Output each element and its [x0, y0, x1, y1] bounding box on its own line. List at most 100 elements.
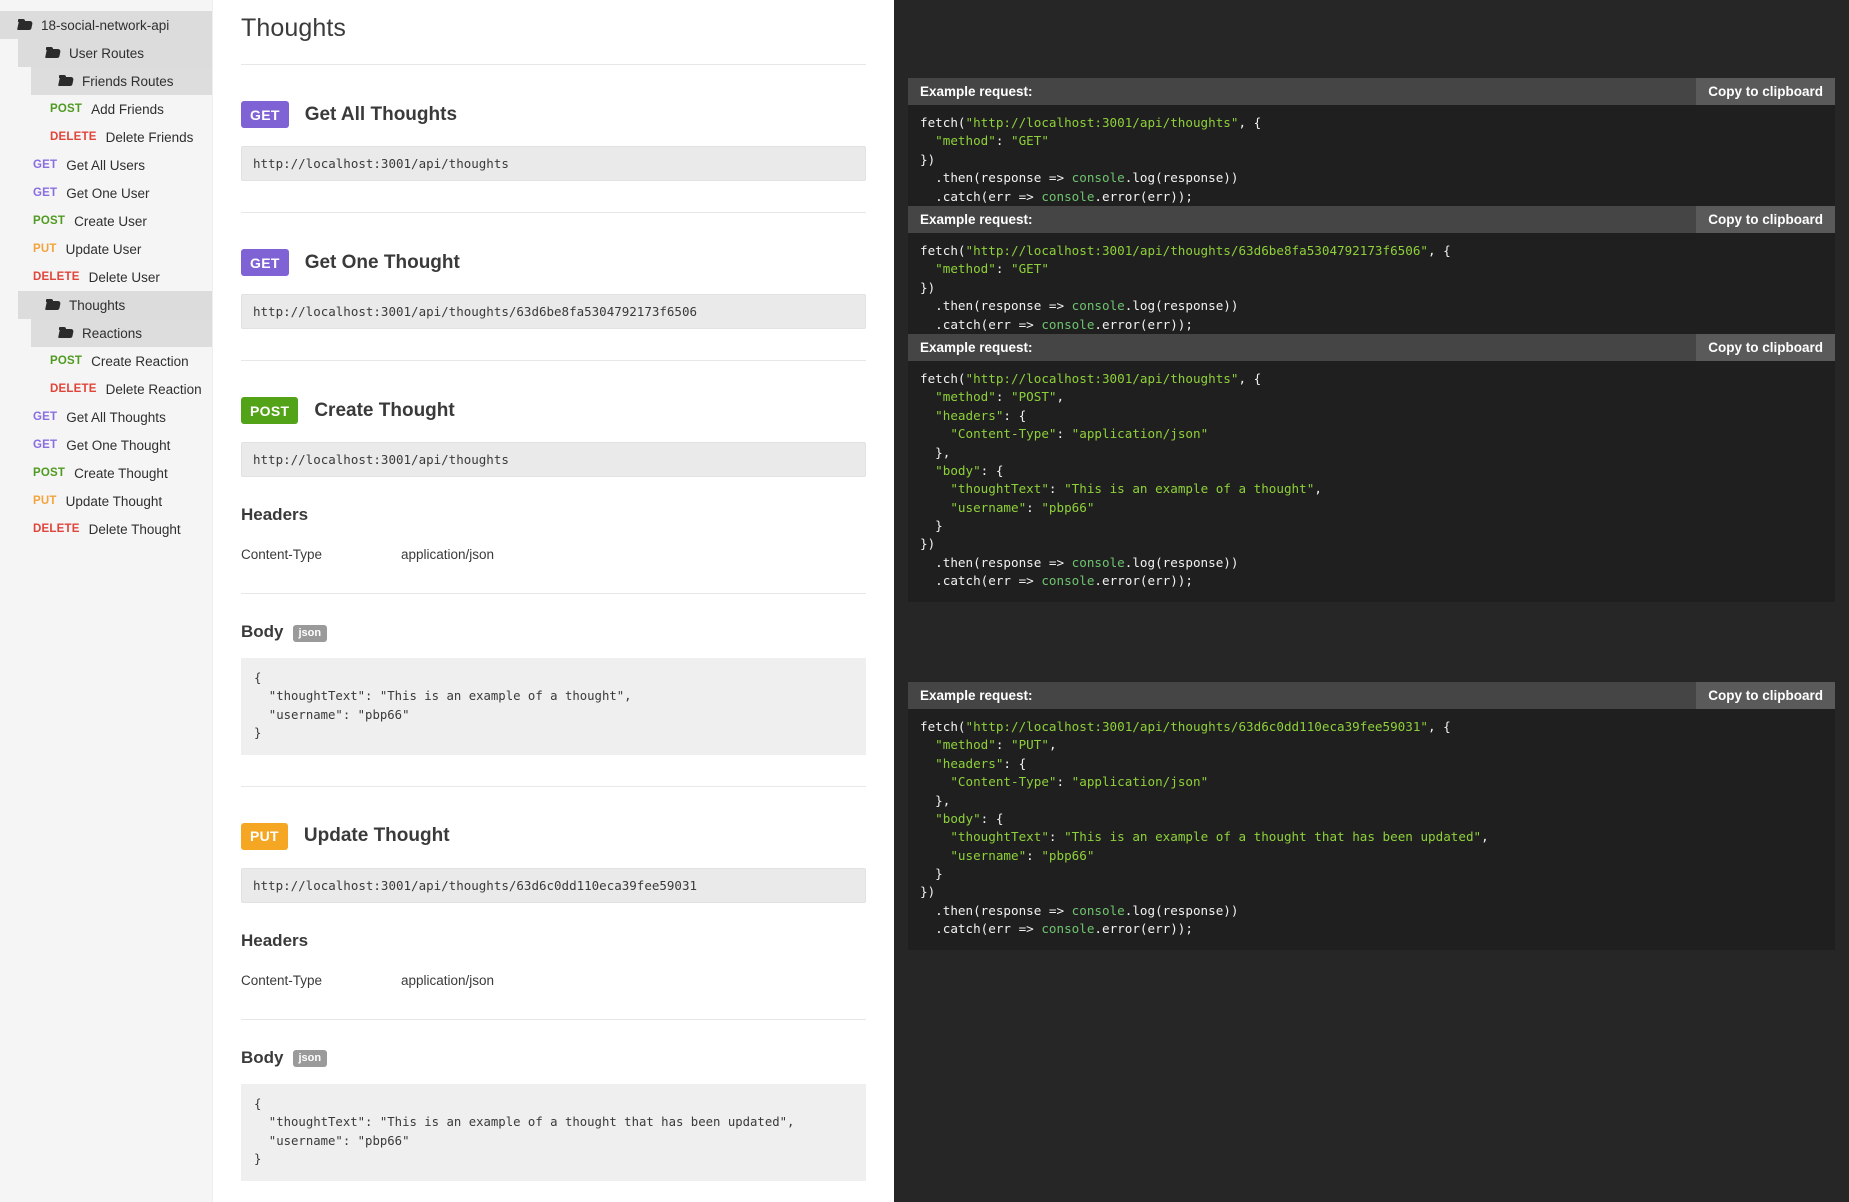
sidebar-folder-label: Thoughts [69, 297, 126, 313]
endpoint-url[interactable]: http://localhost:3001/api/thoughts/63d6c… [241, 867, 866, 903]
method-badge-get: GET [241, 101, 289, 128]
sidebar-item-delete-thought[interactable]: DELETE Delete Thought [0, 515, 212, 543]
endpoint-header: GET Get All Thoughts [241, 101, 866, 128]
sidebar-item-label: Get All Thoughts [66, 409, 166, 425]
endpoint-list: GET Get All Thoughts http://localhost:3001… [241, 65, 866, 1202]
sidebar-method-badge: GET [33, 187, 58, 199]
headers-heading: Headers [241, 505, 309, 524]
sidebar-item-label: Get One Thought [66, 437, 171, 453]
sidebar-item-label: Create Reaction [91, 353, 189, 369]
sidebar-item-label: Create Thought [74, 465, 168, 481]
header-value: application/json [401, 547, 495, 562]
header-key: Content-Type [241, 972, 323, 988]
example-request-panel: Example request: Copy to clipboard fetch("… [894, 0, 1849, 1202]
page-title: Thoughts [241, 14, 347, 42]
example-code-block: fetch("http://localhost:3001/api/thought… [908, 233, 1835, 345]
endpoint-header: PUT Update Thought [241, 822, 866, 850]
example-request-label: Example request: [920, 84, 1033, 99]
method-badge-put: PUT [241, 822, 288, 850]
endpoint-url[interactable]: http://localhost:3001/api/thoughts/63d6b… [241, 294, 866, 329]
body-code-block: { "thoughtText": "This is an example of … [241, 658, 866, 755]
example-code-block: fetch("http://localhost:3001/api/thought… [908, 361, 1835, 602]
method-badge-post: POST [241, 397, 299, 424]
sidebar-method-badge: POST [33, 467, 66, 479]
sidebar-item-create-reaction[interactable]: POST Create Reaction [0, 347, 212, 375]
endpoint-url[interactable]: http://localhost:3001/api/thoughts [241, 146, 866, 181]
main-content: Thoughts GET Get All Thoughts http://local… [213, 0, 894, 1202]
body-code-block: { "thoughtText": "This is an example of … [241, 1083, 866, 1181]
example-request-block: Example request: Copy to clipboard fetch("… [908, 334, 1835, 602]
json-tag: json [292, 624, 328, 642]
folder-icon [46, 47, 61, 59]
json-tag: json [292, 1050, 328, 1068]
sidebar-folder-thoughts[interactable]: Thoughts [18, 291, 212, 319]
sidebar-folder-reactions[interactable]: Reactions [31, 319, 212, 347]
sidebar-item-update-thought[interactable]: PUT Update Thought [0, 487, 212, 515]
sidebar-folder-18-social-network-api[interactable]: 18-social-network-api [0, 11, 212, 39]
example-code-block: fetch("http://localhost:3001/api/thought… [908, 105, 1835, 217]
sidebar-method-badge: POST [50, 355, 83, 367]
folder-icon [59, 327, 74, 339]
body-label: Body [241, 622, 284, 641]
sidebar-item-add-friends[interactable]: POST Add Friends [0, 95, 212, 123]
copy-to-clipboard-button[interactable]: Copy to clipboard [1696, 206, 1835, 233]
example-request-block: Example request: Copy to clipboard fetch("… [908, 206, 1835, 345]
sidebar-item-create-thought[interactable]: POST Create Thought [0, 459, 212, 487]
sidebar-item-label: Add Friends [91, 101, 164, 117]
sidebar-item-create-user[interactable]: POST Create User [0, 207, 212, 235]
headers-divider [241, 593, 866, 594]
sidebar-folder-label: Friends Routes [82, 73, 174, 89]
endpoint-title: Create Thought [314, 399, 455, 421]
sidebar-folder-label: 18-social-network-api [41, 17, 170, 33]
sidebar-method-badge: PUT [33, 243, 57, 255]
endpoint-create-thought: POST Create Thought http://localhost:3001/… [241, 361, 866, 787]
example-request-bar: Example request: Copy to clipboard [908, 206, 1835, 233]
sidebar-item-label: Delete Thought [88, 521, 181, 537]
api-docs-app: 18-social-network-api User Routes Friends … [0, 0, 1849, 1202]
sidebar-item-delete-reaction[interactable]: DELETE Delete Reaction [0, 375, 212, 403]
endpoint-title: Update Thought [303, 825, 450, 847]
endpoint-update-thought: PUT Update Thought http://localhost:3001/a… [241, 787, 866, 1202]
endpoint-header: POST Create Thought [241, 397, 866, 424]
folder-icon [59, 75, 74, 87]
endpoint-get-all-thoughts: GET Get All Thoughts http://localhost:3001… [241, 65, 866, 213]
sidebar-method-badge: GET [33, 411, 58, 423]
endpoint-url[interactable]: http://localhost:3001/api/thoughts [241, 442, 866, 477]
endpoint-title: Get One Thought [304, 251, 460, 273]
copy-to-clipboard-button[interactable]: Copy to clipboard [1696, 78, 1835, 105]
example-request-label: Example request: [920, 212, 1033, 227]
header-value: application/json [401, 972, 495, 988]
body-heading: Body json [241, 622, 866, 642]
sidebar-item-get-all-users[interactable]: GET Get All Users [0, 151, 212, 179]
sidebar-method-badge: DELETE [33, 271, 80, 283]
sidebar-item-get-one-thought[interactable]: GET Get One Thought [0, 431, 212, 459]
sidebar-item-delete-friends[interactable]: DELETE Delete Friends [0, 123, 212, 151]
sidebar-item-update-user[interactable]: PUT Update User [0, 235, 212, 263]
sidebar-item-label: Create User [74, 213, 147, 229]
sidebar-item-get-all-thoughts[interactable]: GET Get All Thoughts [0, 403, 212, 431]
sidebar-item-label: Update User [65, 241, 142, 257]
example-request-block: Example request: Copy to clipboard fetch("… [908, 78, 1835, 217]
sidebar-method-badge: DELETE [50, 383, 97, 395]
endpoint-title: Get All Thoughts [304, 103, 458, 125]
example-request-bar: Example request: Copy to clipboard [908, 682, 1835, 709]
sidebar-item-delete-user[interactable]: DELETE Delete User [0, 263, 212, 291]
method-badge-get: GET [241, 249, 289, 276]
sidebar-navigation: 18-social-network-api User Routes Friends … [0, 0, 213, 1202]
sidebar-folder-label: User Routes [69, 45, 145, 61]
sidebar-folder-label: Reactions [82, 325, 143, 341]
sidebar-folder-friends-routes[interactable]: Friends Routes [31, 67, 212, 95]
sidebar-item-get-one-user[interactable]: GET Get One User [0, 179, 212, 207]
headers-divider [241, 1018, 866, 1020]
copy-to-clipboard-button[interactable]: Copy to clipboard [1696, 682, 1835, 709]
header-row: Content-Type application/json [241, 547, 866, 562]
sidebar-folder-user-routes[interactable]: User Routes [18, 39, 212, 67]
folder-icon [46, 299, 61, 311]
header-key: Content-Type [241, 547, 323, 562]
header-row: Content-Type application/json [241, 973, 866, 988]
sidebar-method-badge: DELETE [33, 523, 80, 535]
sidebar-item-label: Update Thought [65, 493, 163, 509]
example-request-block: Example request: Copy to clipboard fetch("… [908, 682, 1835, 950]
copy-to-clipboard-button[interactable]: Copy to clipboard [1696, 334, 1835, 361]
sidebar-method-badge: POST [50, 103, 83, 115]
